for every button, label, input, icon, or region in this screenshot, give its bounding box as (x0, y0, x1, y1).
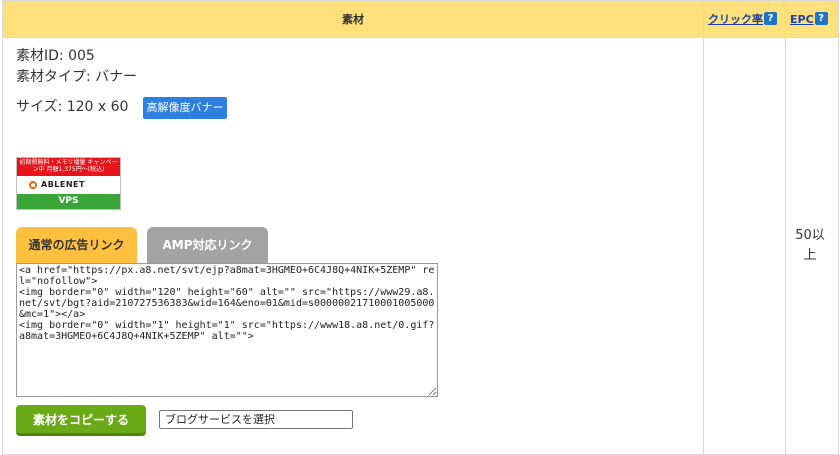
blog-service-select[interactable]: ブログサービスを選択 (159, 410, 353, 429)
material-size: サイズ: 120 x 60 (16, 99, 129, 115)
material-id: 素材ID: 005 (16, 48, 95, 64)
material-type: 素材タイプ: バナー (16, 69, 138, 85)
epc-help-icon[interactable]: ? (814, 12, 828, 25)
click-rate-help-icon[interactable]: ? (764, 12, 777, 25)
banner-logo-area: ABLENET (17, 176, 120, 194)
banner-preview: 初期費無料・メモリ増量 キャンペーン中 月額1,375円〜(税込) ABLENE… (16, 157, 121, 210)
epc-value: 50以上 (795, 228, 825, 263)
ablenet-logo-icon (29, 181, 37, 189)
copy-material-button[interactable]: 素材をコピーする (16, 405, 146, 436)
ad-code-textarea[interactable]: <a href="https://px.a8.net/svt/ejp?a8mat… (16, 263, 438, 397)
banner-brand: ABLENET (41, 180, 85, 189)
click-rate-column-header: クリック率? (703, 0, 786, 38)
tab-normal-link[interactable]: 通常の広告リンク (16, 227, 137, 263)
tab-amp-link[interactable]: AMP対応リンク (147, 227, 268, 263)
epc-column-header: EPC? (785, 0, 839, 38)
banner-product: VPS (17, 194, 120, 209)
banner-campaign-text: 初期費無料・メモリ増量 キャンペーン中 月額1,375円〜(税込) (17, 158, 120, 176)
hires-banner-badge[interactable]: 高解像度バナー (143, 97, 227, 119)
epc-sort-link[interactable]: EPC (790, 13, 814, 26)
click-rate-sort-link[interactable]: クリック率 (708, 13, 763, 26)
material-column-header: 素材 (2, 0, 704, 38)
blog-service-select-value: ブログサービスを選択 (165, 413, 275, 426)
click-rate-cell (703, 37, 786, 455)
material-header-label: 素材 (342, 13, 364, 26)
